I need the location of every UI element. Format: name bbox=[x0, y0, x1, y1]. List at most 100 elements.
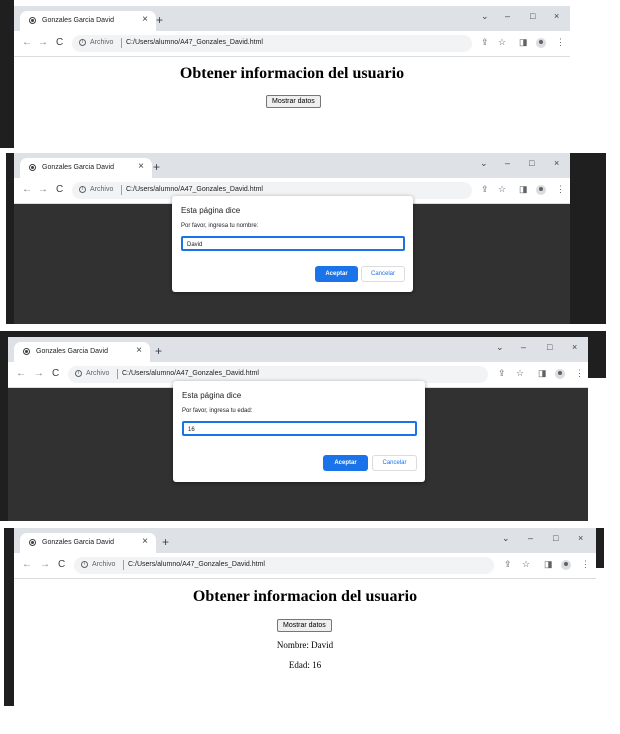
name-input[interactable]: David bbox=[181, 236, 405, 251]
browser-tab[interactable]: Gonzales Garcia David × bbox=[20, 533, 156, 553]
title-bar: Gonzales Garcia David × + ⌄ – □ × bbox=[8, 337, 588, 362]
menu-icon[interactable]: ⋮ bbox=[556, 37, 565, 48]
close-window-icon[interactable]: × bbox=[572, 342, 577, 352]
maximize-icon[interactable]: □ bbox=[530, 11, 535, 21]
show-data-button[interactable]: Mostrar datos bbox=[266, 95, 321, 108]
back-icon[interactable]: ← bbox=[22, 37, 32, 48]
toolbar: ← → C i Archivo C:/Users/alumno/A47_Gonz… bbox=[14, 553, 596, 579]
scheme-label: Archivo bbox=[86, 370, 110, 377]
forward-icon[interactable]: → bbox=[40, 559, 50, 570]
bookmark-star-icon[interactable]: ☆ bbox=[498, 184, 506, 195]
menu-icon[interactable]: ⋮ bbox=[581, 559, 590, 570]
minimize-icon[interactable]: – bbox=[521, 342, 526, 352]
browser-window-3: Gonzales Garcia David × + ⌄ – □ × ← → C … bbox=[8, 337, 588, 521]
dialog-title: Esta página dice bbox=[182, 391, 242, 400]
dialog-message: Por favor, ingresa tu edad: bbox=[182, 408, 253, 414]
share-icon[interactable]: ⇪ bbox=[498, 368, 506, 379]
favicon-icon bbox=[29, 164, 36, 171]
reload-icon[interactable]: C bbox=[56, 37, 63, 48]
show-data-button[interactable]: Mostrar datos bbox=[277, 619, 332, 632]
share-icon[interactable]: ⇪ bbox=[481, 184, 489, 195]
close-tab-icon[interactable]: × bbox=[142, 14, 148, 25]
reload-icon[interactable]: C bbox=[56, 184, 63, 195]
info-icon[interactable]: i bbox=[79, 39, 86, 46]
bookmark-star-icon[interactable]: ☆ bbox=[516, 368, 524, 379]
favicon-icon bbox=[29, 539, 36, 546]
browser-tab[interactable]: Gonzales Garcia David × bbox=[20, 158, 152, 178]
prompt-dialog-age: Esta página dice Por favor, ingresa tu e… bbox=[173, 381, 425, 482]
result-name: Nombre: David bbox=[276, 640, 334, 650]
maximize-icon[interactable]: □ bbox=[553, 533, 558, 543]
new-tab-icon[interactable]: + bbox=[155, 344, 162, 358]
page-heading: Obtener informacion del usuario bbox=[179, 65, 405, 82]
divider bbox=[121, 185, 122, 195]
url-text: C:/Users/alumno/A47_Gonzales_David.html bbox=[126, 186, 263, 193]
result-age: Edad: 16 bbox=[288, 660, 322, 670]
share-icon[interactable]: ⇪ bbox=[481, 37, 489, 48]
bookmark-star-icon[interactable]: ☆ bbox=[522, 559, 530, 570]
close-window-icon[interactable]: × bbox=[554, 11, 559, 21]
reload-icon[interactable]: C bbox=[58, 559, 65, 570]
bookmark-star-icon[interactable]: ☆ bbox=[498, 37, 506, 48]
url-text: C:/Users/alumno/A47_Gonzales_David.html bbox=[122, 370, 259, 377]
address-bar[interactable]: i Archivo C:/Users/alumno/A47_Gonzales_D… bbox=[72, 35, 472, 52]
cancel-button[interactable]: Cancelar bbox=[361, 266, 405, 282]
browser-window-4: Gonzales Garcia David × + ⌄ – □ × ← → C … bbox=[14, 528, 596, 706]
back-icon[interactable]: ← bbox=[22, 559, 32, 570]
close-tab-icon[interactable]: × bbox=[136, 345, 142, 356]
maximize-icon[interactable]: □ bbox=[529, 158, 534, 168]
close-tab-icon[interactable]: × bbox=[142, 536, 148, 547]
forward-icon[interactable]: → bbox=[38, 184, 48, 195]
browser-tab[interactable]: Gonzales Garcia David × bbox=[14, 342, 150, 362]
title-bar: Gonzales Garcia David × + ⌄ – □ × bbox=[14, 153, 570, 178]
back-icon[interactable]: ← bbox=[16, 368, 26, 379]
reload-icon[interactable]: C bbox=[52, 368, 59, 379]
new-tab-icon[interactable]: + bbox=[153, 160, 160, 174]
url-text: C:/Users/alumno/A47_Gonzales_David.html bbox=[126, 39, 263, 46]
title-bar: Gonzales Garcia David × + ⌄ – □ × bbox=[14, 528, 596, 553]
minimize-icon[interactable]: – bbox=[505, 11, 510, 21]
tab-title: Gonzales Garcia David bbox=[42, 164, 114, 171]
scheme-label: Archivo bbox=[90, 39, 114, 46]
menu-icon[interactable]: ⋮ bbox=[575, 368, 584, 379]
accept-button[interactable]: Aceptar bbox=[315, 266, 358, 282]
prompt-dialog-name: Esta página dice Por favor, ingresa tu n… bbox=[172, 196, 413, 292]
forward-icon[interactable]: → bbox=[38, 37, 48, 48]
info-icon[interactable]: i bbox=[79, 186, 86, 193]
tab-search-icon[interactable]: ⌄ bbox=[481, 11, 489, 22]
minimize-icon[interactable]: – bbox=[528, 533, 533, 543]
scheme-label: Archivo bbox=[90, 186, 114, 193]
cancel-button[interactable]: Cancelar bbox=[372, 455, 417, 471]
back-icon[interactable]: ← bbox=[22, 184, 32, 195]
profile-avatar-icon[interactable] bbox=[561, 560, 571, 570]
profile-avatar-icon[interactable] bbox=[536, 38, 546, 48]
tab-search-icon[interactable]: ⌄ bbox=[502, 533, 510, 544]
minimize-icon[interactable]: – bbox=[505, 158, 510, 168]
page-content: Obtener informacion del usuario Mostrar … bbox=[14, 57, 570, 148]
page-content: Obtener informacion del usuario Mostrar … bbox=[14, 579, 596, 706]
info-icon[interactable]: i bbox=[75, 370, 82, 377]
new-tab-icon[interactable]: + bbox=[162, 535, 169, 549]
side-panel-icon[interactable]: ◨ bbox=[544, 559, 553, 570]
close-window-icon[interactable]: × bbox=[554, 158, 559, 168]
browser-tab[interactable]: Gonzales Garcia David × bbox=[20, 11, 156, 31]
accept-button[interactable]: Aceptar bbox=[323, 455, 368, 471]
info-icon[interactable]: i bbox=[81, 561, 88, 568]
address-bar[interactable]: i Archivo C:/Users/alumno/A47_Gonzales_D… bbox=[74, 557, 494, 574]
age-input[interactable]: 16 bbox=[182, 421, 417, 436]
side-panel-icon[interactable]: ◨ bbox=[519, 37, 528, 48]
maximize-icon[interactable]: □ bbox=[547, 342, 552, 352]
menu-icon[interactable]: ⋮ bbox=[556, 184, 565, 195]
close-tab-icon[interactable]: × bbox=[138, 161, 144, 172]
side-panel-icon[interactable]: ◨ bbox=[519, 184, 528, 195]
tab-search-icon[interactable]: ⌄ bbox=[496, 342, 504, 353]
close-window-icon[interactable]: × bbox=[578, 533, 583, 543]
tab-search-icon[interactable]: ⌄ bbox=[480, 158, 488, 169]
profile-avatar-icon[interactable] bbox=[555, 369, 565, 379]
tab-title: Gonzales Garcia David bbox=[36, 348, 108, 355]
profile-avatar-icon[interactable] bbox=[536, 185, 546, 195]
new-tab-icon[interactable]: + bbox=[156, 13, 163, 27]
side-panel-icon[interactable]: ◨ bbox=[538, 368, 547, 379]
forward-icon[interactable]: → bbox=[34, 368, 44, 379]
share-icon[interactable]: ⇪ bbox=[504, 559, 512, 570]
